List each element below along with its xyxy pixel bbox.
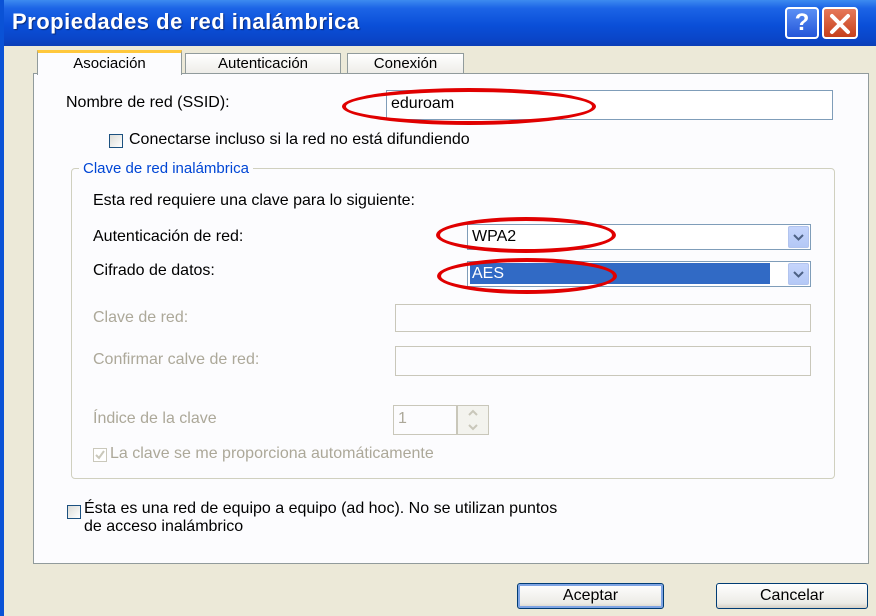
confirm-key-label: Confirmar calve de red: [93,351,260,368]
tab-conexion[interactable]: Conexión [347,53,464,75]
spin-up-button[interactable] [458,406,488,420]
help-button[interactable]: ? [785,7,819,39]
tab-asociacion[interactable]: Asociación [37,50,182,75]
broadcast-checkbox-label: Conectarse incluso si la red no está dif… [129,131,470,148]
annotation-oval-encryption [437,258,617,294]
window-title: Propiedades de red inalámbrica [12,9,360,34]
close-button[interactable] [822,7,858,39]
cancel-button[interactable]: Cancelar [716,583,868,609]
close-icon [830,14,850,34]
ssid-label: Nombre de red (SSID): [66,94,230,111]
tab-autenticacion[interactable]: Autenticación [185,53,341,75]
network-key-input[interactable] [395,304,811,332]
key-intro-text: Esta red requiere una clave para lo sigu… [93,192,415,209]
chevron-down-icon [793,234,804,241]
wireless-properties-dialog: Propiedades de red inalámbrica ? Asociac… [0,0,876,616]
adhoc-label-line1: Ésta es una red de equipo a equipo (ad h… [84,500,558,517]
key-index-spinner[interactable] [457,405,489,435]
encryption-label: Cifrado de datos: [93,262,215,279]
chevron-up-icon [468,409,478,416]
encryption-dropdown-button[interactable] [788,263,809,285]
auto-key-label: La clave se me proporciona automáticamen… [110,445,434,462]
adhoc-label-line2: de acceso inalámbrico [84,518,244,535]
annotation-oval-auth [436,217,616,253]
spin-down-button[interactable] [458,420,488,434]
title-bar[interactable]: Propiedades de red inalámbrica ? [4,0,876,46]
auth-dropdown-button[interactable] [788,226,809,248]
network-key-label: Clave de red: [93,309,189,326]
key-index-input[interactable]: 1 [393,405,457,435]
ok-button[interactable]: Aceptar [517,583,664,609]
checkmark-icon [95,450,105,460]
chevron-down-icon [793,271,804,278]
auto-key-checkbox[interactable] [93,448,107,462]
key-index-label: Índice de la clave [93,410,217,427]
key-group-title: Clave de red inalámbrica [79,160,253,177]
broadcast-checkbox[interactable] [109,134,123,148]
confirm-key-input[interactable] [395,346,811,376]
auth-label: Autenticación de red: [93,228,244,245]
annotation-oval-ssid [342,88,596,125]
adhoc-checkbox[interactable] [67,505,81,519]
chevron-down-icon [468,424,478,431]
